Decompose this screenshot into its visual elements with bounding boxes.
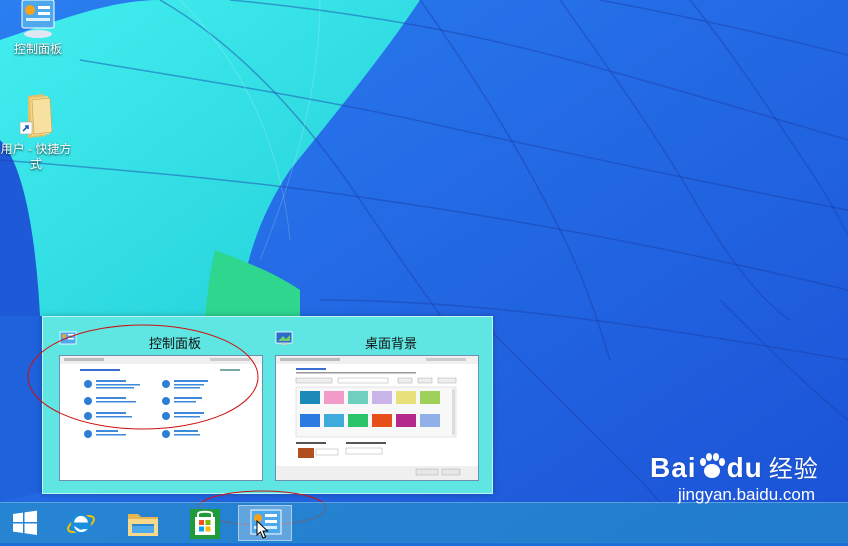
paw-icon <box>699 453 725 478</box>
internet-explorer-button[interactable] <box>58 505 104 541</box>
watermark-brand: Bai du 经验 <box>650 452 819 485</box>
store-button[interactable] <box>182 505 228 541</box>
file-explorer-button[interactable] <box>120 505 166 541</box>
mouse-cursor-icon <box>256 520 269 539</box>
watermark-brand-sub: 经验 <box>768 456 819 483</box>
taskbar <box>0 502 848 543</box>
file-explorer-icon <box>128 514 158 536</box>
internet-explorer-icon <box>67 514 95 534</box>
control-panel-taskbar-button[interactable] <box>238 505 292 541</box>
watermark-brand-bai: Bai <box>650 452 697 483</box>
watermark-brand-du: du <box>726 452 763 483</box>
baidu-jingyan-watermark: Bai du 经验 jingyan.baidu.com <box>650 452 819 505</box>
start-button[interactable] <box>2 505 48 541</box>
watermark-url: jingyan.baidu.com <box>678 485 816 504</box>
windows-logo-icon <box>13 510 37 535</box>
store-icon <box>190 509 220 539</box>
annotation-circle-thumbnail <box>27 324 259 430</box>
